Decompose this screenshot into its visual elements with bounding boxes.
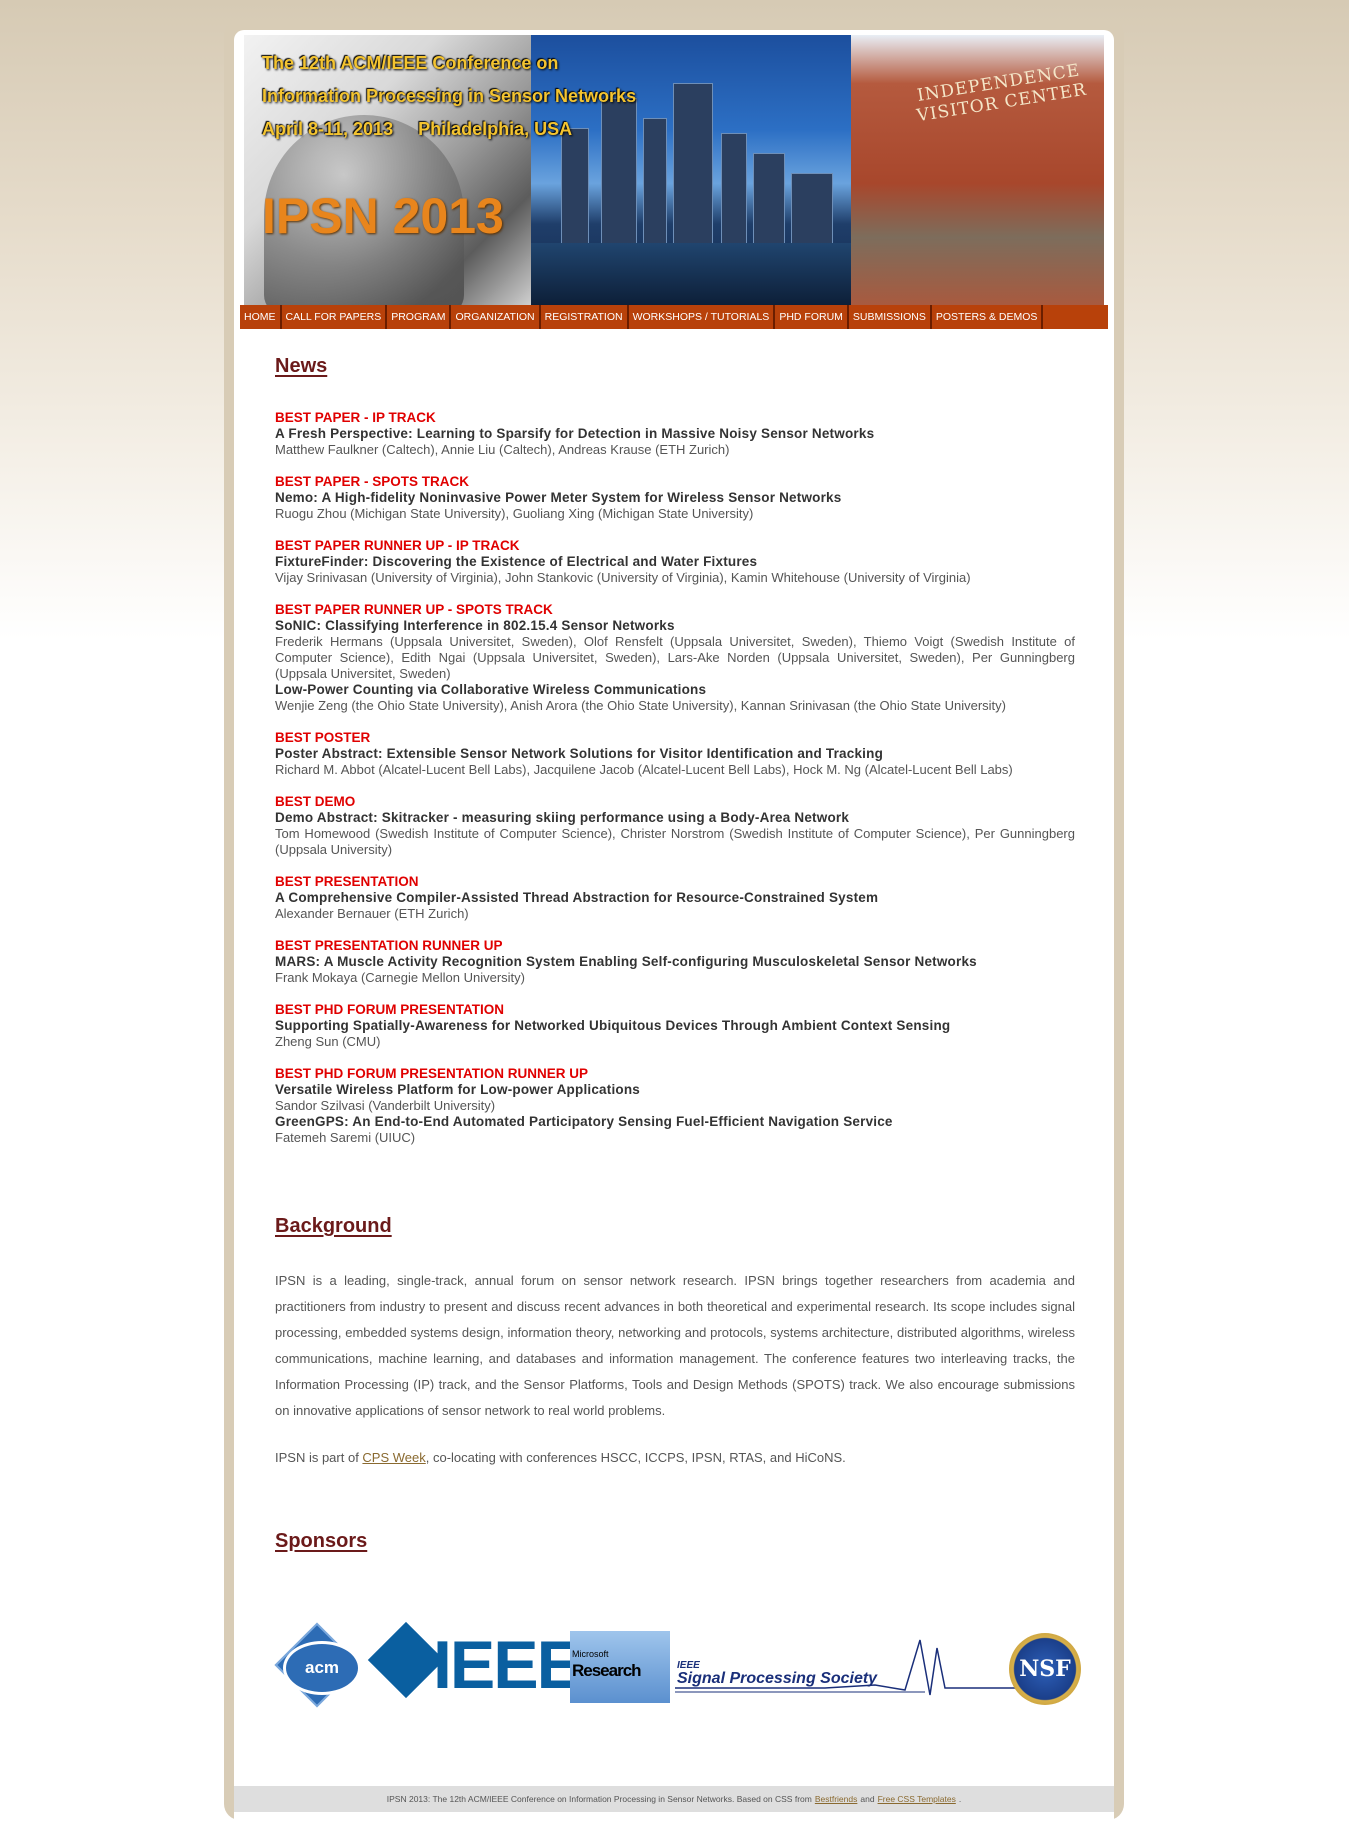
paper-authors: Fatemeh Saremi (UIUC)	[275, 1130, 416, 1145]
microsoft-research-logo[interactable]: Microsoft Research	[570, 1631, 670, 1703]
news-item: BEST PAPER RUNNER UP - SPOTS TRACK SoNIC:…	[275, 602, 1075, 714]
ieee-sps-logo[interactable]: IEEE Signal Processing Society	[675, 1630, 1015, 1705]
ieee-logo[interactable]: IEEE	[433, 1631, 582, 1699]
sponsors-section: Sponsors acm IEEE Microsoft Research IEE…	[274, 1530, 1081, 1708]
background-section: Background IPSN is a leading, single-tra…	[275, 1215, 1075, 1465]
sps-name: Signal Processing Society	[677, 1670, 878, 1687]
msr-microsoft: Microsoft	[572, 1649, 609, 1659]
paper-authors: Richard M. Abbot (Alcatel-Lucent Bell La…	[275, 762, 1013, 777]
paper-title: MARS: A Muscle Activity Recognition Syst…	[275, 954, 977, 969]
paper-title: Nemo: A High-fidelity Noninvasive Power …	[275, 490, 842, 505]
msr-research: Research	[572, 1661, 642, 1680]
main-content: News BEST PAPER - IP TRACK A Fresh Perspe…	[274, 355, 1081, 1708]
footer-bestfriends-link[interactable]: Bestfriends	[815, 1794, 858, 1804]
footer: IPSN 2013: The 12th ACM/IEEE Conference …	[234, 1786, 1114, 1812]
cps-suffix: , co-locating with conferences HSCC, ICC…	[425, 1450, 846, 1465]
paper-title: SoNIC: Classifying Interference in 802.1…	[275, 618, 675, 633]
news-item: BEST PAPER RUNNER UP - IP TRACK FixtureFi…	[275, 538, 1075, 586]
title-line-3: April 8-11, 2013 Philadelphia, USA	[262, 119, 573, 139]
footer-and: and	[860, 1794, 875, 1804]
news-item: BEST PAPER - IP TRACK A Fresh Perspective…	[275, 410, 1075, 458]
title-line-1: The 12th ACM/IEEE Conference on	[262, 53, 559, 73]
news-heading: News	[275, 355, 328, 377]
building	[721, 133, 747, 245]
paper-title: FixtureFinder: Discovering the Existence…	[275, 554, 758, 569]
award-title: BEST PHD FORUM PRESENTATION	[275, 1002, 505, 1017]
background-heading: Background	[275, 1215, 392, 1237]
award-title: BEST PAPER RUNNER UP - IP TRACK	[275, 538, 520, 553]
news-item: BEST PAPER - SPOTS TRACK Nemo: A High-fid…	[275, 474, 1075, 522]
paper-authors: Tom Homewood (Swedish Institute of Compu…	[275, 826, 1075, 857]
cps-prefix: IPSN is part of	[275, 1450, 363, 1465]
paper-title: Versatile Wireless Platform for Low-powe…	[275, 1082, 641, 1097]
news-item: BEST PRESENTATION RUNNER UP MARS: A Muscl…	[275, 938, 1075, 986]
sps-signal-graphic	[675, 1639, 1015, 1696]
paper-authors: Frank Mokaya (Carnegie Mellon University…	[275, 970, 525, 985]
award-title: BEST PAPER RUNNER UP - SPOTS TRACK	[275, 602, 553, 617]
news-item: BEST POSTER Poster Abstract: Extensible S…	[275, 730, 1075, 778]
title-line-2: Information Processing in Sensor Network…	[262, 86, 637, 106]
ipsn-logo: IPSN 2013	[262, 188, 504, 244]
award-title: BEST PRESENTATION	[275, 874, 419, 889]
news-item: BEST PHD FORUM PRESENTATION RUNNER UP Ver…	[275, 1066, 1075, 1146]
background-paragraph: IPSN is a leading, single-track, annual …	[275, 1273, 1075, 1418]
nav-workshops-tutorials[interactable]: WORKSHOPS / TUTORIALS	[629, 305, 776, 329]
paper-title: Supporting Spatially-Awareness for Netwo…	[275, 1018, 951, 1033]
paper-title: Poster Abstract: Extensible Sensor Netwo…	[275, 746, 884, 761]
paper-authors: Alexander Bernauer (ETH Zurich)	[275, 906, 469, 921]
news-item: BEST PHD FORUM PRESENTATION Supporting Sp…	[275, 1002, 1075, 1050]
footer-end: .	[958, 1794, 962, 1804]
nav-home[interactable]: HOME	[240, 305, 282, 329]
river	[531, 243, 851, 305]
sponsor-logos: acm IEEE Microsoft Research IEEE Signal …	[274, 1615, 1081, 1708]
building	[791, 173, 833, 245]
visitor-center-image: INDEPENDENCE VISITOR CENTER	[851, 35, 1104, 305]
award-title: BEST POSTER	[275, 730, 371, 745]
award-title: BEST PAPER - SPOTS TRACK	[275, 474, 470, 489]
cps-week-link[interactable]: CPS Week	[362, 1450, 425, 1465]
footer-text: IPSN 2013: The 12th ACM/IEEE Conference …	[386, 1794, 812, 1804]
paper-authors: Matthew Faulkner (Caltech), Annie Liu (C…	[275, 442, 730, 457]
paper-title: Demo Abstract: Skitracker - measuring sk…	[275, 810, 850, 825]
award-title: BEST DEMO	[275, 794, 356, 809]
conference-title: The 12th ACM/IEEE Conference on Informat…	[262, 47, 762, 146]
paper-authors: Ruogu Zhou (Michigan State University), …	[275, 506, 754, 521]
award-title: BEST PAPER - IP TRACK	[275, 410, 436, 425]
award-title: BEST PRESENTATION RUNNER UP	[275, 938, 503, 953]
visitor-center-sign: INDEPENDENCE VISITOR CENTER	[915, 60, 1089, 127]
paper-title: Low-Power Counting via Collaborative Wir…	[275, 682, 707, 697]
award-title: BEST PHD FORUM PRESENTATION RUNNER UP	[275, 1066, 589, 1081]
news-item: BEST PRESENTATION A Comprehensive Compile…	[275, 874, 1075, 922]
paper-title: GreenGPS: An End-to-End Automated Partic…	[275, 1114, 893, 1129]
nav-registration[interactable]: REGISTRATION	[541, 305, 629, 329]
paper-authors: Frederik Hermans (Uppsala Universitet, S…	[275, 634, 1075, 681]
paper-title: A Fresh Perspective: Learning to Sparsif…	[275, 426, 875, 441]
header-banner: INDEPENDENCE VISITOR CENTER The 12th ACM…	[244, 35, 1104, 305]
nav-call-for-papers[interactable]: CALL FOR PAPERS	[282, 305, 388, 329]
nav-posters-demos[interactable]: POSTERS & DEMOS	[932, 305, 1044, 329]
nav-program[interactable]: PROGRAM	[387, 305, 452, 329]
news-list: BEST PAPER - IP TRACK A Fresh Perspective…	[275, 410, 1075, 1146]
acm-logo[interactable]: acm	[283, 1641, 361, 1695]
nav-phd-forum[interactable]: PHD FORUM	[775, 305, 849, 329]
footer-free-css-link[interactable]: Free CSS Templates	[878, 1794, 956, 1804]
paper-title: A Comprehensive Compiler-Assisted Thread…	[275, 890, 879, 905]
sponsors-heading: Sponsors	[275, 1530, 368, 1552]
news-item: BEST DEMO Demo Abstract: Skitracker - mea…	[275, 794, 1075, 858]
nsf-logo[interactable]: NSF	[1009, 1633, 1081, 1705]
nav-submissions[interactable]: SUBMISSIONS	[849, 305, 932, 329]
building	[753, 153, 785, 245]
cps-note: IPSN is part of CPS Week, co-locating wi…	[275, 1450, 1075, 1465]
paper-authors: Wenjie Zeng (the Ohio State University),…	[275, 698, 1006, 713]
paper-authors: Sandor Szilvasi (Vanderbilt University)	[275, 1098, 496, 1113]
nav-organization[interactable]: ORGANIZATION	[451, 305, 541, 329]
paper-authors: Zheng Sun (CMU)	[275, 1034, 381, 1049]
paper-authors: Vijay Srinivasan (University of Virginia…	[275, 570, 971, 585]
main-nav: HOME CALL FOR PAPERS PROGRAM ORGANIZATIO…	[240, 305, 1108, 329]
